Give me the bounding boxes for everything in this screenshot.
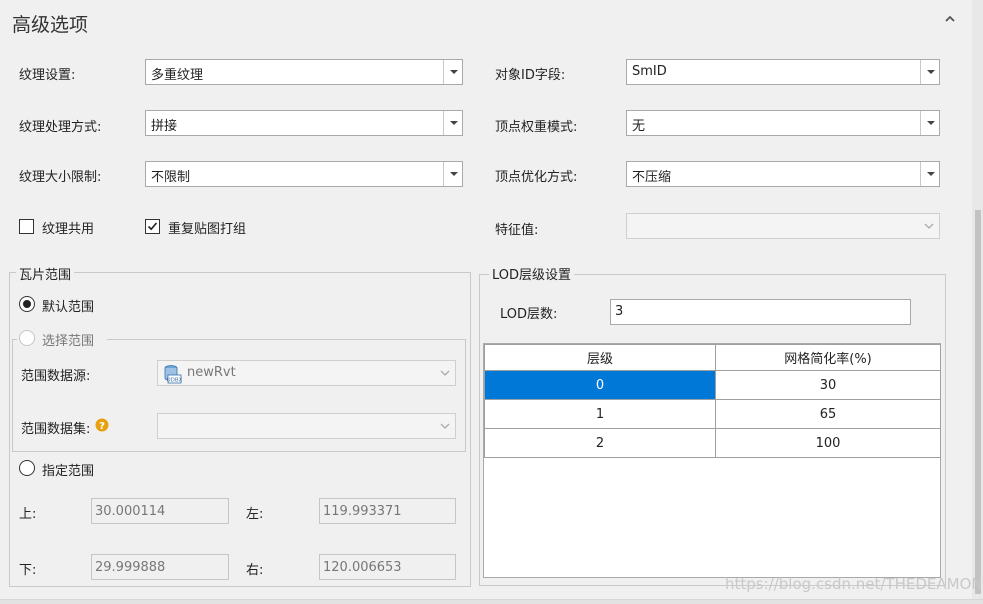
- top-label: 上:: [19, 507, 37, 522]
- feature-value-combo[interactable]: [626, 213, 940, 239]
- table-row[interactable]: 2 100: [484, 428, 941, 458]
- lod-count-input[interactable]: 3: [610, 299, 911, 325]
- range-source-label: 范围数据源:: [21, 369, 91, 384]
- top-input[interactable]: 30.000114: [91, 498, 229, 524]
- dropdown-arrow-icon[interactable]: [920, 60, 939, 84]
- texture-size-combo[interactable]: 不限制: [145, 161, 463, 187]
- left-value: 119.993371: [323, 504, 402, 519]
- dropdown-arrow-icon[interactable]: [920, 162, 939, 186]
- column-header-simplify-rate[interactable]: 网格简化率(%): [715, 344, 941, 371]
- lod-title: LOD层级设置: [489, 264, 575, 283]
- right-value: 120.006653: [323, 560, 402, 575]
- lod-count-label: LOD层数:: [500, 307, 558, 322]
- right-input[interactable]: 120.006653: [319, 554, 456, 580]
- repack-label: 重复贴图打组: [168, 222, 247, 237]
- range-source-combo[interactable]: UDBX newRvt: [157, 360, 456, 386]
- left-input[interactable]: 119.993371: [319, 498, 456, 524]
- chevron-down-icon: [440, 423, 450, 429]
- dropdown-arrow-icon[interactable]: [443, 111, 462, 135]
- texture-size-label: 纹理大小限制:: [19, 170, 102, 185]
- repack-checkbox[interactable]: [145, 219, 160, 234]
- chevron-down-icon: [440, 370, 450, 376]
- texture-size-value: 不限制: [151, 170, 191, 185]
- column-header-level[interactable]: 层级: [484, 344, 716, 371]
- table-cell[interactable]: 30: [715, 370, 941, 400]
- bottom-divider: [0, 599, 983, 604]
- range-dataset-combo[interactable]: [157, 413, 456, 439]
- lod-count-value: 3: [615, 304, 624, 319]
- vertex-optimize-label: 顶点优化方式:: [495, 170, 578, 185]
- texture-process-label: 纹理处理方式:: [19, 120, 102, 135]
- object-id-value: SmID: [632, 64, 667, 79]
- scrollbar-thumb[interactable]: [975, 210, 981, 594]
- bottom-value: 29.999888: [95, 560, 166, 575]
- table-cell[interactable]: 65: [715, 399, 941, 429]
- vertex-weight-label: 顶点权重模式:: [495, 120, 578, 135]
- left-label: 左:: [246, 507, 264, 522]
- feature-value-label: 特征值:: [495, 223, 539, 238]
- table-cell[interactable]: 2: [484, 428, 716, 458]
- lod-table: 层级 网格简化率(%) 0 30 1 65 2 100: [483, 343, 941, 578]
- udbx-datasource-icon: UDBX: [164, 365, 182, 384]
- texture-settings-value: 多重纹理: [151, 68, 204, 83]
- texture-settings-label: 纹理设置:: [19, 68, 76, 83]
- section-title: 高级选项: [12, 14, 89, 36]
- specify-range-radio[interactable]: [19, 460, 35, 476]
- checkmark-icon: [147, 222, 158, 231]
- texture-shared-checkbox[interactable]: [19, 219, 34, 234]
- table-cell[interactable]: 100: [715, 428, 941, 458]
- table-row[interactable]: 0 30: [484, 370, 941, 400]
- texture-settings-combo[interactable]: 多重纹理: [145, 59, 463, 85]
- tile-range-title: 瓦片范围: [16, 264, 75, 283]
- lod-grid: 层级 网格简化率(%) 0 30 1 65 2 100: [484, 344, 941, 458]
- collapse-chevron-icon[interactable]: [944, 14, 956, 24]
- dropdown-arrow-icon[interactable]: [443, 60, 462, 84]
- texture-shared-label: 纹理共用: [42, 222, 95, 237]
- top-value: 30.000114: [95, 504, 166, 519]
- table-row[interactable]: 1 65: [484, 399, 941, 429]
- select-range-radio[interactable]: [19, 330, 35, 346]
- svg-text:UDBX: UDBX: [167, 378, 182, 384]
- dropdown-arrow-icon[interactable]: [920, 111, 939, 135]
- vertex-weight-combo[interactable]: 无: [626, 110, 940, 136]
- dropdown-arrow-icon[interactable]: [443, 162, 462, 186]
- vertex-optimize-combo[interactable]: 不压缩: [626, 161, 940, 187]
- table-cell[interactable]: 1: [484, 399, 716, 429]
- chevron-down-icon: [924, 223, 934, 229]
- right-label: 右:: [246, 563, 264, 578]
- bottom-label: 下:: [19, 563, 37, 578]
- svg-text:?: ?: [99, 421, 105, 432]
- object-id-combo[interactable]: SmID: [626, 59, 940, 85]
- help-icon[interactable]: ?: [95, 418, 109, 432]
- default-range-radio[interactable]: [19, 296, 35, 312]
- specify-range-label: 指定范围: [42, 464, 95, 479]
- table-cell[interactable]: 0: [484, 370, 716, 400]
- select-range-label: 选择范围: [42, 334, 95, 349]
- texture-process-value: 拼接: [151, 119, 178, 134]
- watermark: https://blog.csdn.net/THEDEAMON: [725, 575, 983, 593]
- texture-process-combo[interactable]: 拼接: [145, 110, 463, 136]
- range-dataset-label: 范围数据集:: [21, 422, 91, 437]
- range-source-value: newRvt: [187, 365, 236, 380]
- object-id-label: 对象ID字段:: [495, 68, 566, 83]
- vertex-weight-value: 无: [632, 119, 646, 134]
- bottom-input[interactable]: 29.999888: [91, 554, 229, 580]
- vertex-optimize-value: 不压缩: [632, 170, 672, 185]
- default-range-label: 默认范围: [42, 300, 95, 315]
